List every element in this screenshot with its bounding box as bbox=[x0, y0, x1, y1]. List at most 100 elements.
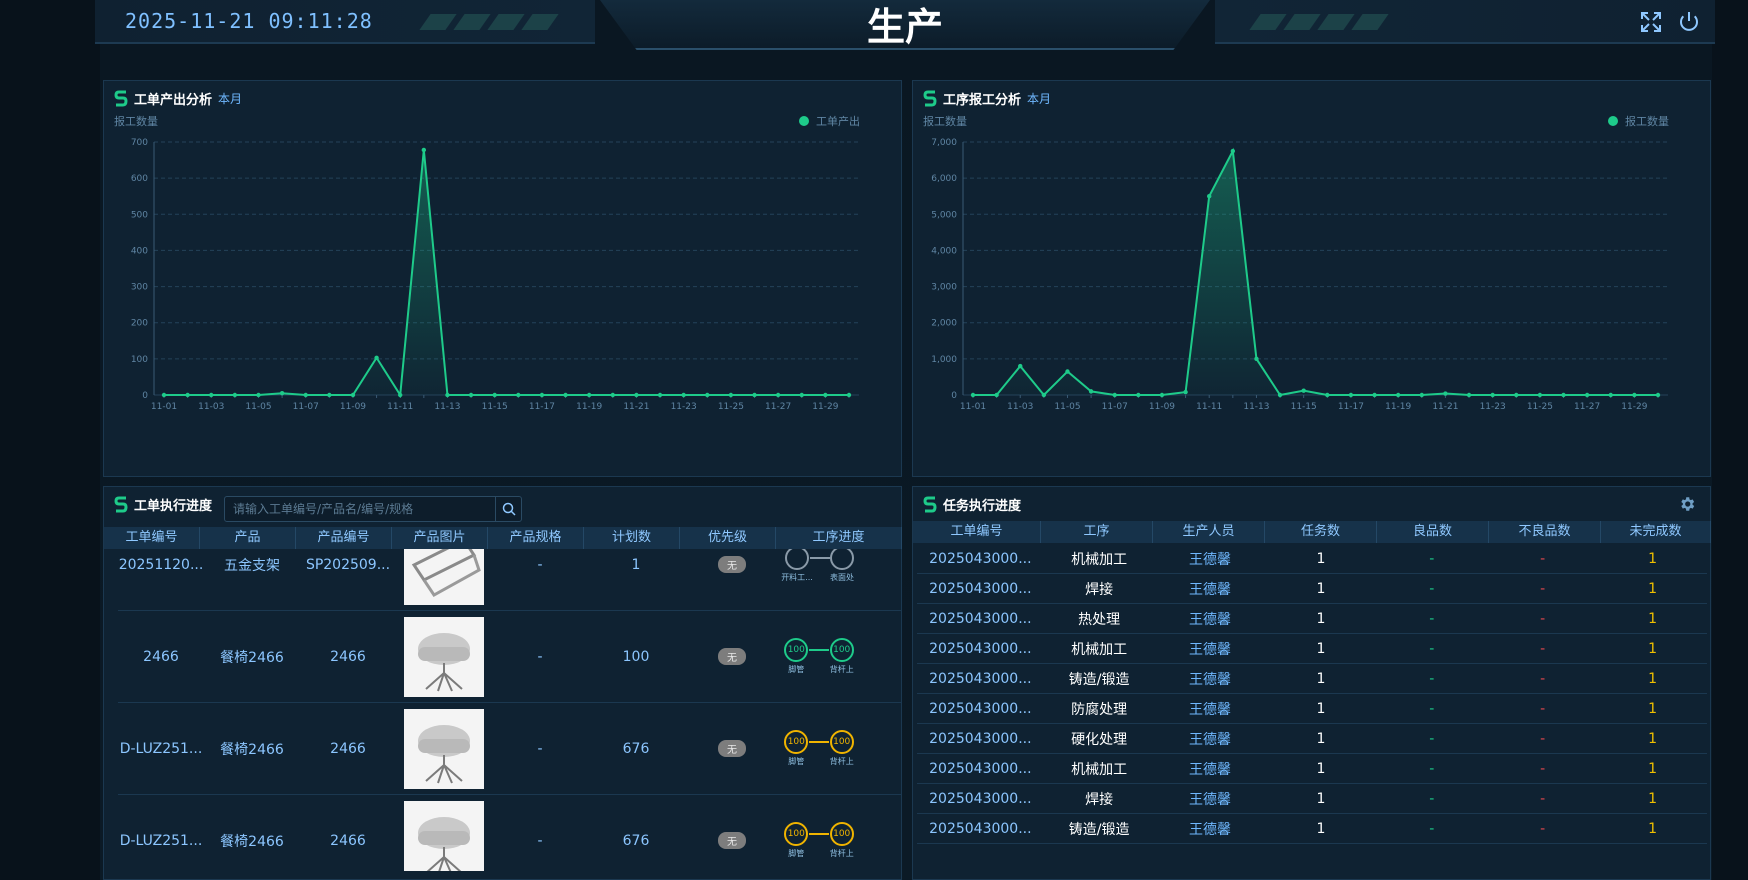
column-header[interactable]: 良品数 bbox=[1377, 521, 1489, 543]
column-header[interactable]: 产品规格 bbox=[488, 527, 584, 549]
step-label: 脚管 bbox=[788, 757, 805, 766]
table-row[interactable]: 2025043000... 硬化处理 王德馨 1 - - 1 bbox=[917, 724, 1707, 754]
work-order-code: 2025043000... bbox=[929, 580, 1032, 597]
table-row[interactable]: 20251120... 五金支架 SP202509... - 1 无开料工... 表面处 bbox=[118, 549, 902, 611]
datetime: 2025-11-21 09:11:28 bbox=[125, 9, 373, 33]
table-row[interactable]: 2025043000... 铸造/锻造 王德馨 1 - - 1 bbox=[917, 664, 1707, 694]
column-header[interactable]: 产品 bbox=[200, 527, 296, 549]
product-thumbnail[interactable] bbox=[404, 800, 484, 871]
step-label: 表面处 bbox=[830, 573, 854, 582]
good-count: - bbox=[1429, 700, 1435, 717]
x-tick-label: 11-29 bbox=[1621, 402, 1647, 412]
process-report-panel: 工序报工分析 本月 报工数量 0 1,000 2,000 3,000 4,000 5,000… bbox=[912, 80, 1711, 477]
process-step: 100 背杆上 bbox=[829, 822, 854, 859]
column-header[interactable]: 任务数 bbox=[1265, 521, 1377, 543]
search-input[interactable] bbox=[225, 497, 495, 521]
process-steps: 100 脚管 100 背杆上 bbox=[780, 638, 854, 675]
page-title: 生产 bbox=[866, 5, 943, 49]
column-header[interactable]: 工序进度 bbox=[776, 527, 902, 549]
product-code: 2466 bbox=[330, 740, 366, 757]
process-progress-cell: 100 脚管 100 背杆上 bbox=[780, 638, 902, 675]
x-tick-label: 11-11 bbox=[387, 402, 413, 412]
search-button[interactable] bbox=[495, 497, 521, 521]
table-row[interactable]: 2025043000... 焊接 王德馨 1 - - 1 bbox=[917, 784, 1707, 814]
process-step: 100 脚管 bbox=[784, 822, 809, 859]
y-tick-label: 100 bbox=[131, 355, 148, 365]
table-row[interactable]: 2466 餐椅2466 2466 - 100 无 100 脚管 100 背杆上 bbox=[118, 611, 902, 703]
plan-quantity: 676 bbox=[622, 740, 650, 757]
column-header[interactable]: 工单编号 bbox=[913, 521, 1041, 543]
table-row[interactable]: D-LUZ251... 餐椅2466 2466 - 676 无 100 脚管 100 背杆上 bbox=[118, 795, 902, 871]
column-header[interactable]: 计划数 bbox=[584, 527, 680, 549]
process-progress-cell: 100 脚管 100 背杆上 bbox=[780, 822, 902, 859]
column-header[interactable]: 产品编号 bbox=[296, 527, 392, 549]
defect-count: - bbox=[1540, 760, 1546, 777]
gear-icon[interactable] bbox=[1678, 495, 1696, 513]
column-header[interactable]: 优先级 bbox=[680, 527, 776, 549]
search-icon bbox=[502, 502, 516, 516]
data-point bbox=[728, 392, 734, 398]
data-point bbox=[799, 392, 804, 398]
product-thumbnail[interactable] bbox=[404, 549, 484, 605]
column-header[interactable]: 产品图片 bbox=[392, 527, 488, 549]
legend-marker bbox=[799, 116, 809, 126]
step-label: 背杆上 bbox=[829, 757, 854, 766]
table-row[interactable]: 2025043000... 机械加工 王德馨 1 - - 1 bbox=[917, 544, 1707, 574]
x-tick-label: 11-03 bbox=[1007, 402, 1033, 412]
product-thumbnail[interactable] bbox=[404, 708, 484, 789]
task-count: 1 bbox=[1316, 820, 1326, 837]
table-row[interactable]: 2025043000... 焊接 王德馨 1 - - 1 bbox=[917, 574, 1707, 604]
data-point bbox=[1514, 392, 1519, 398]
data-point bbox=[516, 392, 521, 398]
data-point bbox=[994, 392, 999, 398]
data-point bbox=[1159, 392, 1165, 398]
y-tick-label: 2,000 bbox=[931, 319, 957, 329]
y-tick-label: 600 bbox=[131, 174, 148, 184]
defect-count: - bbox=[1540, 730, 1546, 747]
column-header[interactable]: 未完成数 bbox=[1601, 521, 1711, 543]
x-tick-label: 11-25 bbox=[1527, 402, 1553, 412]
good-count: - bbox=[1429, 550, 1435, 567]
step-label: 背杆上 bbox=[829, 665, 854, 674]
data-point bbox=[185, 392, 190, 398]
pending-count: 1 bbox=[1648, 700, 1657, 717]
table-row[interactable]: 2025043000... 铸造/锻造 王德馨 1 - - 1 bbox=[917, 814, 1707, 844]
task-count: 1 bbox=[1316, 700, 1326, 717]
x-tick-label: 11-09 bbox=[1149, 402, 1175, 412]
table-row[interactable]: 2025043000... 热处理 王德馨 1 - - 1 bbox=[917, 604, 1707, 634]
column-header[interactable]: 不良品数 bbox=[1489, 521, 1601, 543]
product-thumbnail[interactable] bbox=[404, 616, 484, 697]
process-name: 热处理 bbox=[1078, 611, 1121, 628]
product-code: 2466 bbox=[330, 648, 366, 665]
x-tick-label: 11-13 bbox=[1243, 402, 1269, 412]
column-header[interactable]: 生产人员 bbox=[1153, 521, 1265, 543]
table-row[interactable]: 2025043000... 机械加工 王德馨 1 - - 1 bbox=[917, 634, 1707, 664]
y-tick-label: 3,000 bbox=[931, 283, 957, 293]
product-image bbox=[411, 549, 481, 597]
work-order-code: 2025043000... bbox=[929, 670, 1032, 687]
data-point bbox=[256, 392, 261, 398]
priority-badge: 无 bbox=[718, 648, 746, 665]
data-point bbox=[161, 392, 167, 398]
y-axis-label: 报工数量 bbox=[114, 114, 158, 128]
work-order-output-panel: 工单产出分析 本月 报工数量 0 100 200 300 400 500 600 700 11-0… bbox=[103, 80, 902, 477]
work-order-code: 2025043000... bbox=[929, 640, 1032, 657]
data-point bbox=[492, 392, 497, 398]
table-row[interactable]: D-LUZ251... 餐椅2466 2466 - 676 无 100 脚管 100 背杆上 bbox=[118, 703, 902, 795]
table-row[interactable]: 2025043000... 机械加工 王德馨 1 - - 1 bbox=[917, 754, 1707, 784]
column-header[interactable]: 工单编号 bbox=[104, 527, 200, 549]
step-progress-ring: 100 bbox=[784, 638, 809, 662]
table-row[interactable]: 2025043000... 防腐处理 王德馨 1 - - 1 bbox=[917, 694, 1707, 724]
pending-count: 1 bbox=[1648, 580, 1657, 597]
task-count: 1 bbox=[1316, 640, 1326, 657]
task-count: 1 bbox=[1316, 580, 1326, 597]
data-point bbox=[1419, 392, 1424, 398]
data-point bbox=[681, 392, 686, 398]
expand-icon[interactable] bbox=[1639, 10, 1663, 34]
product-code: SP202509... bbox=[305, 556, 391, 573]
column-header[interactable]: 工序 bbox=[1041, 521, 1153, 543]
step-label: 脚管 bbox=[788, 665, 805, 674]
product-image bbox=[418, 816, 470, 871]
x-tick-label: 11-05 bbox=[1054, 402, 1080, 412]
power-icon[interactable] bbox=[1677, 10, 1701, 34]
